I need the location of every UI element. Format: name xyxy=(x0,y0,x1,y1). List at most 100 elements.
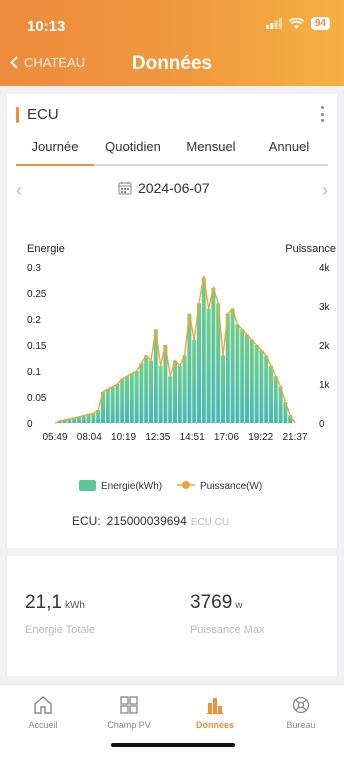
energy-bar xyxy=(110,386,115,423)
ecu-card: ECU Journée Quotidien Mensuel Annuel ‹ 2… xyxy=(7,94,337,548)
stat-power: 3769 w Puissance Max xyxy=(190,592,265,636)
y-left-tick: 0.25 xyxy=(27,289,47,300)
energy-unit: kWh xyxy=(64,600,85,611)
y-left-tick: 0.2 xyxy=(27,315,41,326)
y-right-tick: 4k xyxy=(319,263,331,274)
nav-donnees-label: Données xyxy=(195,720,234,730)
energy-bar xyxy=(149,360,153,423)
signal-icon xyxy=(265,18,282,29)
home-indicator xyxy=(111,743,235,747)
energy-bar xyxy=(259,350,264,423)
energy-bar xyxy=(86,414,91,423)
x-tick: 05:49 xyxy=(42,432,67,443)
accent-bar xyxy=(16,106,19,123)
card-header: ECU xyxy=(16,106,59,123)
power-value: 3769 xyxy=(190,592,233,613)
tab-journee[interactable]: Journée xyxy=(16,138,94,166)
energy-bar xyxy=(105,389,110,423)
energy-bar xyxy=(129,373,134,423)
energy-bar xyxy=(144,355,149,423)
tab-mensuel[interactable]: Mensuel xyxy=(172,138,250,164)
energy-bar xyxy=(249,339,254,423)
energy-bar xyxy=(173,360,177,423)
status-time: 10:13 xyxy=(27,18,66,35)
x-tick: 19:22 xyxy=(248,432,273,443)
energy-bar xyxy=(211,287,216,423)
ecu-label: ECU: xyxy=(72,514,101,528)
office-icon xyxy=(292,696,310,714)
app-header: 10:13 94 CHATEAU Données xyxy=(0,0,344,86)
nav-bureau-label: Bureau xyxy=(286,720,316,730)
date-selector: ‹ 2024-06-07 › xyxy=(7,178,337,202)
stat-energy: 21,1 kWh Energie Totale xyxy=(25,592,95,636)
period-tabs: Journée Quotidien Mensuel Annuel xyxy=(16,138,328,166)
power-unit: w xyxy=(235,600,243,611)
energy-bar xyxy=(197,303,201,423)
energy-power-chart: Energie Puissance 0.3 0.25 0.2 0.15 0.1 0.05 0… xyxy=(27,243,336,492)
y-left-label: Energie xyxy=(27,243,65,255)
energy-value: 21,1 xyxy=(25,592,62,613)
energy-bar xyxy=(182,355,187,423)
ecu-id-line: ECU: 215000039694 ECU CU xyxy=(72,514,229,528)
y-left-tick: 0.1 xyxy=(27,367,41,378)
next-day-icon[interactable]: › xyxy=(322,180,328,201)
energy-bar xyxy=(192,339,197,423)
energy-bar xyxy=(81,415,86,423)
status-icons: 94 xyxy=(265,17,330,30)
battery-icon: 94 xyxy=(310,17,330,30)
legend-energy-label: Energie(kWh) xyxy=(101,481,162,492)
energy-bar xyxy=(245,334,249,423)
tab-quotidien[interactable]: Quotidien xyxy=(94,138,172,164)
grid-icon xyxy=(120,696,138,714)
energy-bar xyxy=(115,384,120,423)
calendar-icon xyxy=(118,181,132,195)
y-right-tick: 1k xyxy=(319,380,331,391)
y-left-tick: 0.05 xyxy=(27,393,47,404)
wifi-icon xyxy=(288,18,304,29)
energy-bar xyxy=(158,365,163,423)
energy-bar xyxy=(134,371,139,423)
nav-accueil[interactable]: Accueil xyxy=(0,693,86,730)
power-label: Puissance Max xyxy=(190,624,265,636)
nav-champ-pv-label: Champ PV xyxy=(107,720,151,730)
y-right-tick: 2k xyxy=(319,341,331,352)
y-right-tick: 3k xyxy=(319,302,331,313)
y-left-tick: 0.3 xyxy=(27,263,41,274)
chart-legend: Energie(kWh) Puissance(W) xyxy=(79,480,262,492)
x-tick: 17:06 xyxy=(214,432,239,443)
energy-bar xyxy=(269,365,273,423)
home-icon xyxy=(34,696,52,714)
energy-bar xyxy=(240,329,245,423)
energy-bar xyxy=(254,345,259,423)
nav-champ-pv[interactable]: Champ PV xyxy=(86,693,172,730)
y-left-tick: 0 xyxy=(27,419,33,430)
date-text: 2024-06-07 xyxy=(138,180,210,196)
energy-bar xyxy=(201,277,206,423)
more-options-icon[interactable] xyxy=(317,106,327,122)
y-left-tick: 0.15 xyxy=(27,341,47,352)
energy-bar xyxy=(235,324,240,423)
energy-bar xyxy=(168,376,173,423)
nav-bureau[interactable]: Bureau xyxy=(258,693,344,730)
energy-bar xyxy=(139,363,144,423)
energy-bar xyxy=(125,376,129,423)
nav-donnees[interactable]: Données xyxy=(172,693,258,730)
x-tick: 12:35 xyxy=(145,432,170,443)
x-tick: 08:04 xyxy=(77,432,102,443)
tab-annuel[interactable]: Annuel xyxy=(250,138,328,164)
energy-bar xyxy=(206,308,211,423)
x-tick: 21:37 xyxy=(282,432,307,443)
ecu-extra: ECU CU xyxy=(190,517,230,528)
energy-bar xyxy=(96,410,101,423)
energy-bar xyxy=(120,378,125,423)
energy-bar xyxy=(230,308,235,423)
x-tick: 14:51 xyxy=(180,432,205,443)
date-picker[interactable]: 2024-06-07 xyxy=(118,180,210,196)
page-title: Données xyxy=(131,53,213,74)
previous-day-icon[interactable]: ‹ xyxy=(16,180,22,201)
energy-bar xyxy=(177,365,182,423)
ecu-id: 215000039694 xyxy=(106,514,187,528)
x-tick: 10:19 xyxy=(111,432,136,443)
energy-bar xyxy=(273,376,278,423)
energy-bar xyxy=(91,413,96,423)
